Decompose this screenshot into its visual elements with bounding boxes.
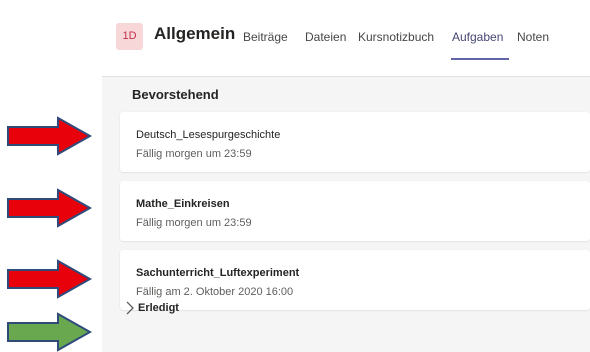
assignment-title: Sachunterricht_Luftexperiment [136, 267, 300, 279]
red-arrow-annotation-1 [7, 116, 92, 156]
assignment-card[interactable]: Sachunterricht_Luftexperiment Fällig am … [120, 250, 590, 310]
red-arrow-annotation-3 [7, 259, 92, 299]
green-arrow-annotation [7, 312, 92, 352]
tab-aufgaben[interactable]: Aufgaben [452, 30, 503, 44]
red-arrow-annotation-2 [7, 188, 92, 228]
tab-noten[interactable]: Noten [517, 30, 549, 44]
chevron-right-icon [126, 301, 134, 315]
team-avatar[interactable]: 1D [116, 23, 143, 50]
tab-dateien[interactable]: Dateien [305, 30, 346, 44]
assignment-title: Deutsch_Lesespurgeschichte [136, 129, 281, 141]
tab-beitraege[interactable]: Beiträge [243, 30, 288, 44]
assignment-due-date: Fällig morgen um 23:59 [136, 217, 252, 229]
assignment-due-date: Fällig morgen um 23:59 [136, 148, 252, 160]
done-section-title: Erledigt [138, 302, 179, 314]
assignment-title: Mathe_Einkreisen [136, 198, 230, 210]
upcoming-section-title: Bevorstehend [132, 87, 219, 102]
assignment-card[interactable]: Deutsch_Lesespurgeschichte Fällig morgen… [120, 112, 590, 172]
tab-kursnotizbuch[interactable]: Kursnotizbuch [358, 30, 434, 44]
channel-title: Allgemein [154, 24, 236, 43]
active-tab-indicator [451, 58, 509, 60]
assignment-due-date: Fällig am 2. Oktober 2020 16:00 [136, 286, 294, 298]
teams-assignments-panel: 1D Allgemein Beiträge Dateien Kursnotizb… [102, 0, 590, 352]
channel-header: 1D Allgemein Beiträge Dateien Kursnotizb… [102, 0, 590, 77]
assignment-card[interactable]: Mathe_Einkreisen Fällig morgen um 23:59 [120, 181, 590, 241]
